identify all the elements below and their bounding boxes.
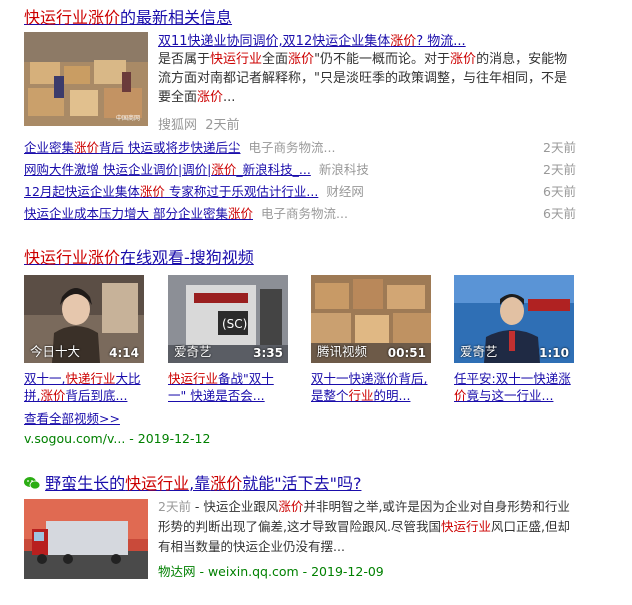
snippet-text: 全面 [262, 52, 289, 67]
caption-highlight: 涨价 [40, 388, 66, 403]
caption-part: 竟与这一行业... [466, 388, 554, 403]
related-source: 财经网 [326, 184, 364, 199]
video-thumbnail[interactable]: 腾讯视频 00:51 [311, 275, 431, 363]
related-title-highlight: 涨价 [74, 140, 100, 155]
caption-highlight: 快递行业 [65, 371, 116, 386]
news-thumbnail[interactable]: 中国商网 [24, 32, 148, 126]
related-title-part: 快运企业成本压力增大 部分企业密集 [24, 206, 228, 221]
video-duration: 3:35 [253, 346, 283, 360]
video-caption[interactable]: 任平安:双十一快递涨价竟与这一行业... [454, 370, 576, 404]
article-thumbnail[interactable] [24, 499, 148, 579]
snippet-text: 是否属于 [158, 52, 211, 67]
related-title-part: 12月起快运企业集体 [24, 184, 140, 199]
video-duration: 1:10 [539, 346, 569, 360]
headline-part: 双11快递业协同调价,双12快运企业集体 [158, 34, 391, 49]
snippet-highlight: 快运行业 [440, 519, 491, 534]
related-time: 6天前 [543, 184, 576, 199]
related-source: 电子商务物流... [261, 206, 348, 221]
news-time: 2天前 [205, 118, 240, 133]
news-snippet: 是否属于快运行业全面涨价"仍不能一概而论。对于涨价的消息，安能物流方面对南都记者… [158, 50, 578, 107]
related-news-row[interactable]: 网购大件激增 快运企业调价|调价|涨价_新浪科技_... 新浪科技 2天前 [24, 159, 576, 177]
article-title-text: 野蛮生长的快运行业,靠涨价就能"活下去"吗? [45, 474, 361, 493]
caption-part: 任平安:双十一快递涨 [454, 371, 571, 386]
caption-part: 背后到底... [65, 388, 128, 403]
related-title[interactable]: 快运企业成本压力增大 部分企业密集涨价 [24, 206, 253, 221]
snippet-highlight: 涨价 [197, 90, 224, 105]
related-time: 6天前 [543, 206, 576, 221]
video-thumbnail[interactable]: 爱奇艺 1:10 [454, 275, 574, 363]
video-duration: 00:51 [387, 346, 426, 360]
related-title-part: 企业密集 [24, 140, 75, 155]
caption-part: 双十一, [24, 371, 66, 386]
caption-highlight: 快运行业 [168, 371, 219, 386]
video-block-title[interactable]: 快运行业涨价在线观看-搜狗视频 [24, 244, 254, 268]
related-title-part: _新浪科技_... [236, 162, 311, 177]
news-headline-link[interactable]: 双11快递业协同调价,双12快运企业集体涨价? 物流... [158, 30, 466, 49]
news-block-title[interactable]: 快运行业涨价的最新相关信息 [24, 4, 232, 28]
video-source: 爱奇艺 [174, 344, 212, 359]
news-source: 搜狐网 [158, 118, 198, 133]
caption-part: 的明... [373, 388, 411, 403]
related-time: 2天前 [543, 140, 576, 155]
related-title-highlight: 涨价 [227, 206, 253, 221]
related-news-row[interactable]: 12月起快运企业集体涨价 专家称过于乐观估计行业... 财经网 6天前 [24, 181, 576, 199]
title-part: 野蛮生长的 [45, 474, 126, 493]
snippet-highlight: 涨价 [278, 499, 304, 514]
snippet-highlight: 快运行业 [210, 52, 263, 67]
caption-highlight: 价 [454, 388, 467, 403]
related-title[interactable]: 企业密集涨价背后 快运或将步快递后尘 [24, 140, 241, 155]
related-title-part: 网购大件激增 快运企业调价|调价| [24, 162, 212, 177]
article-snippet: 2天前 - 快运企业跟风涨价并非明智之举,或许是因为企业对自身形势和行业形势的判… [158, 497, 578, 557]
video-caption[interactable]: 双十一,快递行业大比拼,涨价背后到底... [24, 370, 146, 404]
video-caption[interactable]: 双十一快递涨价背后,是整个行业的明... [311, 370, 433, 404]
related-title-highlight: 涨价 [211, 162, 237, 177]
svg-text:中国商网: 中国商网 [116, 114, 140, 122]
related-news-row[interactable]: 快运企业成本压力增大 部分企业密集涨价 电子商务物流... 6天前 [24, 203, 576, 221]
title-highlight: 快运行业 [125, 474, 190, 493]
warehouse-image: 中国商网 [24, 32, 148, 126]
title-highlight: 涨价 [210, 474, 243, 493]
title-part: ,靠 [189, 474, 211, 493]
news-meta: 搜狐网 2天前 [158, 114, 240, 133]
snippet-highlight: 涨价 [450, 52, 477, 67]
caption-highlight: 行业 [348, 388, 374, 403]
video-caption[interactable]: 快运行业备战"双十一" 快递是否会... [168, 370, 290, 404]
wechat-icon [24, 477, 41, 490]
related-title-part: 背后 快运或将步快递后尘 [99, 140, 241, 155]
wechat-article-title[interactable]: 野蛮生长的快运行业,靠涨价就能"活下去"吗? [24, 470, 361, 494]
title-part: 就能"活下去"吗? [242, 474, 362, 493]
video-source-url: v.sogou.com/v... - 2019-12-12 [24, 431, 211, 446]
related-title[interactable]: 网购大件激增 快运企业调价|调价|涨价_新浪科技_... [24, 162, 311, 177]
related-time: 2天前 [543, 162, 576, 177]
snippet-highlight: 涨价 [288, 52, 315, 67]
video-source: 腾讯视频 [317, 344, 368, 359]
video-thumbnail[interactable]: 今日十大 4:14 [24, 275, 144, 363]
svg-text:(SC): (SC) [222, 317, 247, 331]
title-highlight: 快运行业涨价 [24, 8, 121, 27]
snippet-text: - 快运企业跟风 [190, 499, 279, 514]
related-source: 电子商务物流... [248, 140, 336, 155]
title-rest: 在线观看-搜狗视频 [120, 248, 254, 267]
video-duration: 4:14 [109, 346, 139, 360]
video-thumbnail[interactable]: (SC) 爱奇艺 3:35 [168, 275, 288, 363]
video-source: 爱奇艺 [460, 344, 498, 359]
title-highlight: 快运行业涨价 [24, 248, 121, 267]
snippet-text: "仍不能一概而论。对于 [314, 52, 451, 67]
related-title[interactable]: 12月起快运企业集体涨价 专家称过于乐观估计行业... [24, 184, 318, 199]
headline-highlight: 涨价 [390, 34, 417, 49]
snippet-text: ... [223, 90, 236, 105]
article-time: 2天前 [158, 499, 191, 514]
headline-part: ? 物流... [416, 34, 466, 49]
title-rest: 的最新相关信息 [120, 8, 233, 27]
article-meta: 物达网 - weixin.qq.com - 2019-12-09 [158, 564, 384, 579]
related-title-highlight: 涨价 [139, 184, 165, 199]
related-title-part: 专家称过于乐观估计行业... [164, 184, 319, 199]
related-source: 新浪科技 [318, 162, 369, 177]
truck-image [24, 499, 148, 579]
view-all-videos-link[interactable]: 查看全部视频>> [24, 408, 120, 427]
related-news-row[interactable]: 企业密集涨价背后 快运或将步快递后尘 电子商务物流... 2天前 [24, 137, 576, 155]
video-source: 今日十大 [30, 344, 81, 359]
